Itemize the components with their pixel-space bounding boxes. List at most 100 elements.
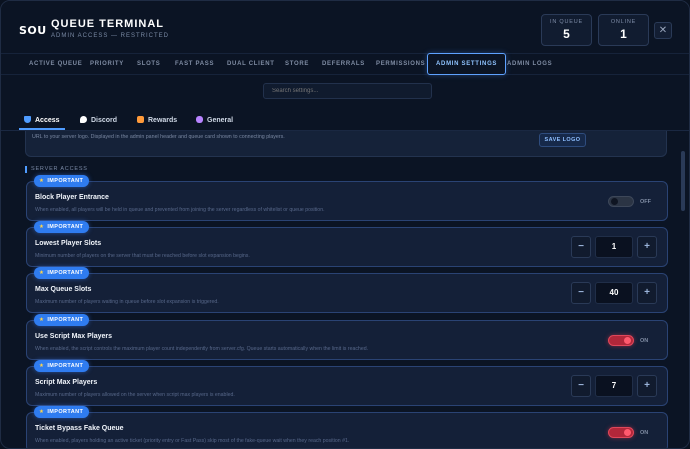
important-badge: ★ IMPORTANT (34, 175, 90, 187)
star-icon: ★ (39, 363, 45, 369)
setting-block-player-entrance: ★ IMPORTANT Block Player Entrance When en… (26, 175, 668, 221)
increment-button[interactable]: + (637, 236, 657, 258)
server-logo-card: URL to your server logo. Displayed in th… (25, 131, 667, 157)
badge-label: IMPORTANT (47, 409, 84, 415)
decrement-button[interactable]: − (571, 236, 591, 258)
shield-icon (24, 116, 31, 123)
scrollbar-thumb[interactable] (681, 151, 685, 211)
gift-icon (137, 116, 144, 123)
star-icon: ★ (39, 224, 45, 230)
ticket-bypass-toggle[interactable] (608, 427, 634, 438)
star-icon: ★ (39, 270, 45, 276)
header: SOU QUEUE TERMINAL ADMIN ACCESS — RESTRI… (1, 1, 689, 53)
subtab-access-label: Access (35, 117, 60, 124)
gamepad-icon (196, 116, 203, 123)
setting-description: When enabled, players holding an active … (35, 438, 350, 444)
setting-name: Use Script Max Players (35, 333, 113, 340)
settings-scroll-area[interactable]: URL to your server logo. Displayed in th… (17, 131, 677, 448)
setting-name: Block Player Entrance (35, 194, 109, 201)
increment-button[interactable]: + (637, 282, 657, 304)
setting-name: Max Queue Slots (35, 286, 92, 293)
setting-lowest-player-slots: ★ IMPORTANT Lowest Player Slots Minimum n… (26, 221, 668, 267)
important-badge: ★ IMPORTANT (34, 221, 90, 233)
setting-name: Ticket Bypass Fake Queue (35, 425, 124, 432)
settings-subtabs: Access Discord Rewards General (1, 109, 689, 131)
toggle-knob (624, 429, 631, 436)
important-badge: ★ IMPORTANT (34, 360, 90, 372)
subtab-access[interactable]: Access (19, 113, 65, 130)
close-button[interactable]: ✕ (654, 22, 672, 39)
app-title: QUEUE TERMINAL (51, 18, 164, 30)
star-icon: ★ (39, 409, 45, 415)
badge-label: IMPORTANT (47, 270, 84, 276)
badge-label: IMPORTANT (47, 178, 84, 184)
subtab-discord-label: Discord (91, 117, 118, 124)
script-max-stepper: − 7 + (571, 375, 657, 397)
setting-ticket-bypass-fake-queue: ★ IMPORTANT Ticket Bypass Fake Queue When… (26, 406, 668, 448)
toggle-state-label: ON (640, 338, 649, 344)
stepper-value[interactable]: 7 (595, 375, 633, 397)
app-logo: SOU (19, 24, 47, 37)
save-logo-button[interactable]: SAVE LOGO (539, 133, 586, 147)
important-badge: ★ IMPORTANT (34, 267, 90, 279)
queue-terminal-window: SOU QUEUE TERMINAL ADMIN ACCESS — RESTRI… (0, 0, 690, 449)
tab-permissions[interactable]: PERMISSIONS (376, 54, 425, 75)
tab-fast-pass[interactable]: FAST PASS (175, 54, 214, 75)
subtab-rewards-label: Rewards (148, 117, 178, 124)
tab-priority[interactable]: PRIORITY (90, 54, 124, 75)
tab-slots[interactable]: SLOTS (137, 54, 161, 75)
setting-max-queue-slots: ★ IMPORTANT Max Queue Slots Maximum numbe… (26, 267, 668, 313)
important-badge: ★ IMPORTANT (34, 314, 90, 326)
block-entrance-toggle[interactable] (608, 196, 634, 207)
setting-use-script-max-players: ★ IMPORTANT Use Script Max Players When e… (26, 314, 668, 360)
logo-description: URL to your server logo. Displayed in th… (32, 134, 285, 140)
badge-label: IMPORTANT (47, 363, 84, 369)
in-queue-value: 5 (563, 27, 570, 41)
tab-store[interactable]: STORE (285, 54, 309, 75)
setting-name: Script Max Players (35, 379, 98, 386)
stepper-value[interactable]: 40 (595, 282, 633, 304)
setting-name: Lowest Player Slots (35, 240, 102, 247)
tab-admin-logs[interactable]: ADMIN LOGS (507, 54, 552, 75)
app-subtitle: ADMIN ACCESS — RESTRICTED (51, 33, 170, 39)
script-max-players-toggle[interactable] (608, 335, 634, 346)
tab-active-queue[interactable]: ACTIVE QUEUE (29, 54, 82, 75)
star-icon: ★ (39, 317, 45, 323)
star-icon: ★ (39, 178, 45, 184)
setting-description: Maximum number of players waiting in que… (35, 299, 219, 305)
subtab-general[interactable]: General (196, 113, 233, 130)
toggle-state-label: OFF (640, 199, 651, 205)
subtab-rewards[interactable]: Rewards (137, 113, 177, 130)
setting-description: Minimum number of players on the server … (35, 253, 250, 259)
setting-description: Maximum number of players allowed on the… (35, 392, 235, 398)
setting-description: When enabled, the script controls the ma… (35, 346, 369, 352)
setting-description: When enabled, all players will be held i… (35, 207, 325, 213)
badge-label: IMPORTANT (47, 224, 84, 230)
badge-label: IMPORTANT (47, 317, 84, 323)
tab-admin-settings[interactable]: ADMIN SETTINGS (427, 53, 507, 75)
tab-dual-client[interactable]: DUAL CLIENT (227, 54, 275, 75)
online-label: ONLINE (610, 19, 637, 25)
section-title: SERVER ACCESS (25, 166, 88, 173)
main-nav: ACTIVE QUEUE PRIORITY SLOTS FAST PASS DU… (1, 53, 689, 75)
online-stat: ONLINE 1 (598, 14, 649, 46)
increment-button[interactable]: + (637, 375, 657, 397)
search-input[interactable] (263, 83, 432, 99)
decrement-button[interactable]: − (571, 375, 591, 397)
chat-icon (80, 116, 87, 123)
close-icon: ✕ (658, 25, 668, 36)
subtab-general-label: General (207, 117, 234, 124)
decrement-button[interactable]: − (571, 282, 591, 304)
important-badge: ★ IMPORTANT (34, 406, 90, 418)
toggle-state-label: ON (640, 430, 649, 436)
max-queue-stepper: − 40 + (571, 282, 657, 304)
stepper-value[interactable]: 1 (595, 236, 633, 258)
tab-deferrals[interactable]: DEFERRALS (322, 54, 365, 75)
subtab-discord[interactable]: Discord (80, 113, 117, 130)
toggle-knob (624, 337, 631, 344)
setting-script-max-players: ★ IMPORTANT Script Max Players Maximum nu… (26, 360, 668, 406)
online-value: 1 (620, 27, 627, 41)
in-queue-stat: IN QUEUE 5 (541, 14, 592, 46)
toggle-knob (611, 198, 618, 205)
lowest-slots-stepper: − 1 + (571, 236, 657, 258)
